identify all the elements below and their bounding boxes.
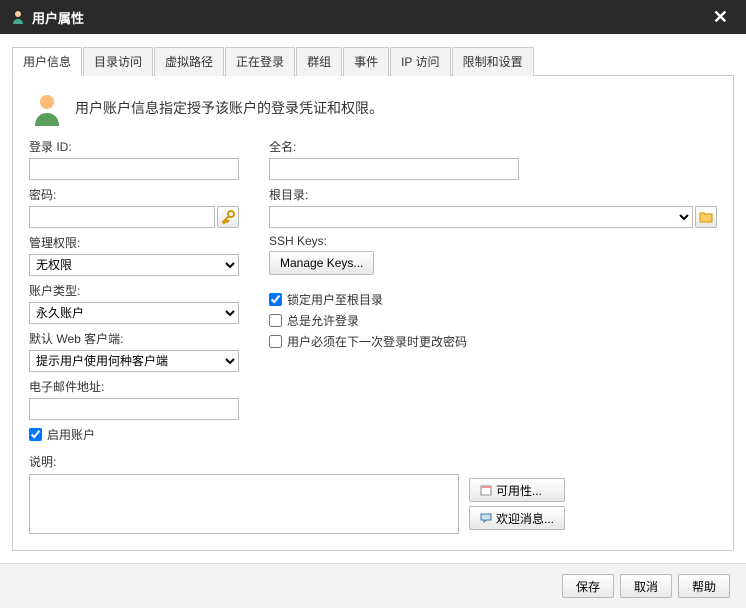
label-password: 密码: <box>29 186 239 203</box>
admin-priv-select[interactable]: 无权限 <box>29 254 239 276</box>
tab-events[interactable]: 事件 <box>343 47 389 76</box>
lock-root-checkbox[interactable] <box>269 293 282 306</box>
email-input[interactable] <box>29 398 239 420</box>
full-name-input[interactable] <box>269 158 519 180</box>
tab-user-info[interactable]: 用户信息 <box>12 47 82 76</box>
label-admin-priv: 管理权限: <box>29 234 239 251</box>
password-generate-button[interactable] <box>217 206 239 228</box>
dialog-footer: 保存 取消 帮助 <box>0 563 746 608</box>
label-default-web: 默认 Web 客户端: <box>29 330 239 347</box>
welcome-msg-button[interactable]: 欢迎消息... <box>469 506 565 530</box>
tab-ip-access[interactable]: IP 访问 <box>390 47 450 76</box>
titlebar: 用户属性 ✕ <box>0 0 746 34</box>
default-web-select[interactable]: 提示用户使用何种客户端 <box>29 350 239 372</box>
tab-bar: 用户信息 目录访问 虚拟路径 正在登录 群组 事件 IP 访问 限制和设置 <box>12 46 734 76</box>
user-avatar-icon <box>29 90 65 126</box>
availability-button[interactable]: 可用性... <box>469 478 565 502</box>
intro-text: 用户账户信息指定授予该账户的登录凭证和权限。 <box>75 98 383 118</box>
intro-section: 用户账户信息指定授予该账户的登录凭证和权限。 <box>29 90 717 126</box>
label-email: 电子邮件地址: <box>29 378 239 395</box>
label-ssh-keys: SSH Keys: <box>269 234 717 248</box>
message-icon <box>480 512 492 524</box>
browse-dir-button[interactable] <box>695 206 717 228</box>
cancel-button[interactable]: 取消 <box>620 574 672 598</box>
account-type-select[interactable]: 永久账户 <box>29 302 239 324</box>
dialog-body: 用户信息 目录访问 虚拟路径 正在登录 群组 事件 IP 访问 限制和设置 用户… <box>0 34 746 563</box>
description-textarea[interactable] <box>29 474 459 534</box>
always-allow-label: 总是允许登录 <box>287 312 359 329</box>
always-allow-checkbox[interactable] <box>269 314 282 327</box>
enable-account-checkbox[interactable] <box>29 428 42 441</box>
enable-account-label: 启用账户 <box>47 426 95 443</box>
help-button[interactable]: 帮助 <box>678 574 730 598</box>
lock-root-label: 锁定用户至根目录 <box>287 291 383 308</box>
tab-dir-access[interactable]: 目录访问 <box>83 47 153 76</box>
login-id-input[interactable] <box>29 158 239 180</box>
key-icon <box>221 210 235 224</box>
change-pw-next-label: 用户必须在下一次登录时更改密码 <box>287 333 467 350</box>
close-icon[interactable]: ✕ <box>705 3 736 32</box>
tab-virtual-path[interactable]: 虚拟路径 <box>154 47 224 76</box>
user-icon <box>10 9 26 25</box>
tab-logging-in[interactable]: 正在登录 <box>225 47 295 76</box>
tab-limits[interactable]: 限制和设置 <box>452 47 534 76</box>
tab-panel: 用户账户信息指定授予该账户的登录凭证和权限。 登录 ID: 密码: <box>12 76 734 551</box>
save-button[interactable]: 保存 <box>562 574 614 598</box>
label-root-dir: 根目录: <box>269 186 717 203</box>
folder-icon <box>699 210 713 224</box>
root-dir-select[interactable] <box>269 206 693 228</box>
calendar-icon <box>480 484 492 496</box>
manage-keys-button[interactable]: Manage Keys... <box>269 251 374 275</box>
change-pw-next-checkbox[interactable] <box>269 335 282 348</box>
label-account-type: 账户类型: <box>29 282 239 299</box>
tab-groups[interactable]: 群组 <box>296 47 342 76</box>
label-full-name: 全名: <box>269 138 717 155</box>
label-login-id: 登录 ID: <box>29 138 239 155</box>
dialog-title: 用户属性 <box>32 8 705 27</box>
password-input[interactable] <box>29 206 215 228</box>
label-description: 说明: <box>29 453 717 470</box>
